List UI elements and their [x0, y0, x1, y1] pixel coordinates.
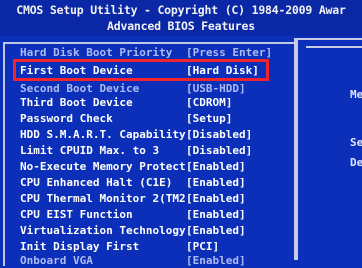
setting-label: Onboard VGA — [20, 253, 93, 267]
help-divider — [306, 46, 362, 48]
setting-row-password-check[interactable]: Password Check [Setup] — [20, 110, 290, 126]
item-help-panel: Me Se De — [298, 38, 362, 262]
bios-title: CMOS Setup Utility - Copyright (C) 1984-… — [16, 3, 346, 17]
help-text-2: Se — [350, 136, 362, 149]
setting-value[interactable]: [USB-HDD] — [186, 82, 246, 95]
setting-label: Second Boot Device — [20, 81, 140, 95]
setting-value[interactable]: [Disabled] — [186, 144, 252, 157]
setting-row-no-execute[interactable]: No-Execute Memory Protect [Enabled] — [20, 158, 290, 174]
setting-row-c1e[interactable]: CPU Enhanced Halt (C1E) [Enabled] — [20, 174, 290, 190]
setting-label: CPU EIST Function — [20, 207, 133, 221]
setting-value[interactable]: [Enabled] — [186, 224, 246, 237]
setting-row-tm2[interactable]: CPU Thermal Monitor 2(TM2) [Enabled] — [20, 190, 290, 206]
setting-value[interactable]: [Setup] — [186, 112, 232, 125]
setting-value[interactable]: [Press Enter] — [186, 46, 272, 59]
setting-label: Hard Disk Boot Priority — [20, 45, 173, 59]
setting-label: Password Check — [20, 111, 113, 125]
setting-row-virtualization[interactable]: Virtualization Technology [Enabled] — [20, 222, 290, 238]
setting-label: HDD S.M.A.R.T. Capability — [20, 127, 186, 141]
setting-row-onboard-vga[interactable]: Onboard VGA [Enabled] — [20, 252, 290, 268]
setting-value[interactable]: [Enabled] — [186, 160, 246, 173]
setting-label: No-Execute Memory Protect — [20, 159, 186, 173]
setting-label: Virtualization Technology — [20, 223, 186, 237]
setting-value[interactable]: [Enabled] — [186, 254, 246, 267]
help-text-1: Me — [350, 88, 362, 101]
setting-row-hdd-smart[interactable]: HDD S.M.A.R.T. Capability [Disabled] — [20, 126, 290, 142]
setting-label: CPU Enhanced Halt (C1E) — [20, 175, 173, 189]
setting-value[interactable]: [Enabled] — [186, 192, 246, 205]
setting-label: Limit CPUID Max. to 3 — [20, 143, 160, 157]
setting-label: CPU Thermal Monitor 2(TM2) — [20, 191, 186, 205]
setting-value[interactable]: [Disabled] — [186, 128, 252, 141]
setting-row-third-boot-device[interactable]: Third Boot Device [CDROM] — [20, 94, 290, 110]
setting-value[interactable]: [CDROM] — [186, 96, 232, 109]
setting-value[interactable]: [Enabled] — [186, 176, 246, 189]
setting-row-limit-cpuid[interactable]: Limit CPUID Max. to 3 [Disabled] — [20, 142, 290, 158]
bios-header: CMOS Setup Utility - Copyright (C) 1984-… — [0, 0, 362, 36]
setting-row-hard-disk-boot-priority[interactable]: Hard Disk Boot Priority [Press Enter] — [20, 44, 290, 60]
setting-label: Init Display First — [20, 239, 140, 253]
setting-value[interactable]: [PCI] — [186, 240, 219, 253]
bios-subtitle: Advanced BIOS Features — [107, 19, 255, 33]
help-text-3: De — [350, 156, 362, 169]
setting-row-eist[interactable]: CPU EIST Function [Enabled] — [20, 206, 290, 222]
setting-label: Third Boot Device — [20, 95, 133, 109]
selection-highlight — [13, 59, 269, 81]
setting-value[interactable]: [Enabled] — [186, 208, 246, 221]
